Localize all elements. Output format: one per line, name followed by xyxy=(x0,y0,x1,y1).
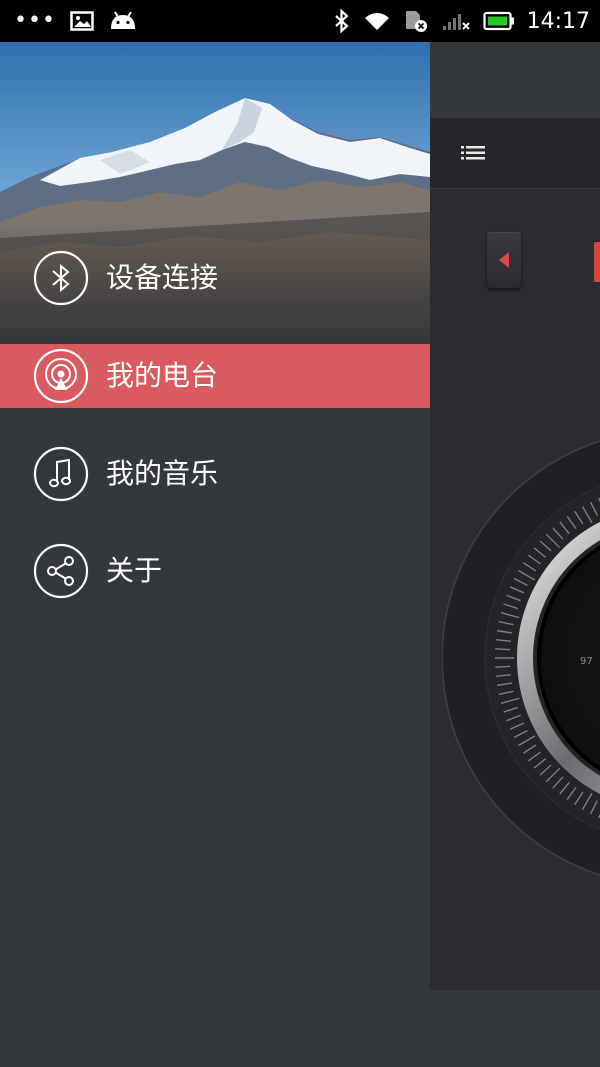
dial-tick xyxy=(495,648,511,651)
music-note-icon xyxy=(33,446,89,502)
sim-missing-icon xyxy=(405,11,427,32)
dial-tick-label: 97 xyxy=(580,656,593,667)
triangle-left-icon xyxy=(499,252,509,268)
menu-icon[interactable] xyxy=(461,146,485,160)
previous-station-button[interactable] xyxy=(487,232,521,288)
share-icon xyxy=(33,543,89,599)
status-time: 14:17 xyxy=(526,8,590,34)
drawer-item-my-music[interactable]: 我的音乐 xyxy=(0,442,430,506)
drawer-item-label: 我的音乐 xyxy=(106,457,219,490)
drawer-item-label: 设备连接 xyxy=(106,261,219,294)
bluetooth-icon xyxy=(334,9,349,33)
dial-tick xyxy=(495,665,511,668)
bluetooth-icon xyxy=(33,250,89,306)
tuning-dial[interactable] xyxy=(442,428,600,908)
battery-icon xyxy=(482,11,514,31)
radio-top-bar xyxy=(430,118,600,189)
drawer-item-about[interactable]: 关于 xyxy=(0,539,430,603)
drawer-item-device-connect[interactable]: 设备连接 xyxy=(0,246,430,310)
android-icon xyxy=(110,11,135,29)
signal-icon xyxy=(442,14,470,30)
image-icon xyxy=(70,11,94,31)
wifi-icon xyxy=(364,13,389,30)
status-bar: ••• 14:17 xyxy=(0,0,600,42)
drawer-item-my-radio[interactable]: 我的电台 xyxy=(0,344,430,408)
radio-screen: 97 xyxy=(430,118,600,990)
drawer-item-label: 我的电台 xyxy=(106,359,219,392)
drawer-item-label: 关于 xyxy=(106,554,163,587)
radio-icon xyxy=(33,348,89,404)
navigation-drawer: 设备连接 我的电台 我的音乐 关于 xyxy=(0,42,430,1067)
more-dots-icon: ••• xyxy=(14,8,56,33)
frequency-display-edge xyxy=(594,242,600,282)
